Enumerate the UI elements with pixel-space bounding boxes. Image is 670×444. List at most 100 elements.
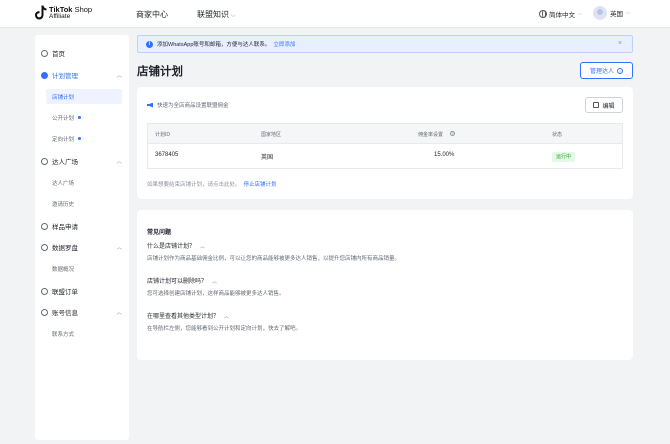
plan-table: 计划ID 国家地区 佣金率设置 ? 状态 3678405 英国 15.00% 运… — [147, 123, 623, 169]
plan-icon — [41, 71, 48, 79]
chevron-down-icon: ⌵ — [626, 10, 630, 16]
stop-plan-note-text: 如果想要结束店铺计划，请点击此处。 — [147, 182, 241, 188]
faq-title: 常见问题 — [147, 230, 172, 236]
chevron-up-icon: ︿ — [116, 159, 122, 165]
sidebar-item-creator-marketplace[interactable]: 达人广场 ︿ — [35, 153, 129, 169]
home-icon — [41, 49, 48, 57]
sidebar-item-data-compass[interactable]: 数据罗盘 ︿ — [35, 239, 129, 255]
chevron-up-icon: ︿ — [212, 279, 218, 285]
sample-icon — [41, 222, 48, 230]
user-menu[interactable]: 英国 ⌵ — [593, 6, 630, 20]
sidebar-subitem-label: 联系方式 — [52, 331, 75, 338]
column-header-status: 状态 — [552, 132, 563, 138]
sidebar-subitem-label: 公开计划 — [52, 115, 75, 122]
sidebar-item-home[interactable]: 首页 — [35, 45, 129, 61]
nav-merchant-center-label: 商家中心 — [136, 10, 168, 19]
new-dot-badge — [78, 116, 82, 119]
shop-plan-card: 快速为全店商品设置联盟佣金 编辑 计划ID 国家地区 佣金率设置 ? 状态 36… — [137, 87, 633, 199]
speaker-icon — [147, 102, 153, 108]
chevron-up-icon: ︿ — [116, 245, 122, 251]
sidebar-item-label: 联盟订单 — [52, 289, 78, 296]
manage-creators-button[interactable]: 管理达人 ? — [580, 62, 633, 79]
language-selector[interactable]: 简体中文 ⌵ — [539, 9, 582, 19]
column-header-plan-id: 计划ID — [155, 132, 171, 138]
globe-icon — [539, 10, 547, 18]
add-now-link[interactable]: 立即添加 — [273, 40, 295, 48]
sidebar-item-account-info[interactable]: 账号信息 ︿ — [35, 304, 129, 320]
faq-question-text: 店铺计划可以删除吗？ — [147, 279, 208, 285]
status-badge: 运行中 — [552, 152, 576, 162]
help-icon: ? — [450, 131, 455, 136]
banner-text: 添加WhatsApp账号和邮箱，方便与达人联系。 — [157, 42, 271, 48]
top-bar: TikTok Shop Affiliate 商家中心 联盟知识 ⌵ 简体中文 ⌵ … — [0, 0, 670, 28]
sidebar-item-label: 计划管理 — [52, 73, 78, 80]
sidebar-item-sample-request[interactable]: 样品申请 — [35, 218, 129, 234]
logo-title-rest: Shop — [72, 4, 93, 14]
faq-question-2[interactable]: 店铺计划可以删除吗？ ︿ — [147, 276, 217, 285]
table-header: 计划ID 国家地区 佣金率设置 ? 状态 — [148, 124, 622, 144]
faq-question-text: 什么是店铺计划？ — [147, 244, 196, 250]
sidebar-subitem-creator-marketplace[interactable]: 达人广场 — [35, 175, 129, 190]
faq-question-text: 在哪里查看其他类型计划？ — [147, 314, 220, 320]
avatar — [593, 6, 607, 20]
sidebar-item-plan-management[interactable]: 计划管理 ︿ — [35, 67, 129, 83]
stop-plan-note: 如果想要结束店铺计划，请点击此处。 停止店铺计划 — [147, 180, 277, 188]
language-label: 简体中文 — [549, 12, 575, 19]
sidebar-subitem-label: 定向计划 — [52, 136, 75, 143]
chevron-down-icon: ⌵ — [231, 13, 236, 19]
faq-answer-2: 您可选择创建店铺计划，这样商品能够被更多达人销售。 — [147, 291, 285, 297]
faq-question-3[interactable]: 在哪里查看其他类型计划？ ︿ — [147, 311, 229, 320]
nav-affiliate-knowledge-label: 联盟知识 — [197, 10, 229, 19]
close-icon[interactable]: × — [618, 40, 622, 47]
sidebar-subitem-public-plan[interactable]: 公开计划 — [35, 110, 129, 125]
account-icon — [41, 308, 48, 316]
faq-question-1[interactable]: 什么是店铺计划？ ︿ — [147, 241, 205, 250]
edit-button-label: 编辑 — [602, 103, 615, 110]
sidebar-subitem-label: 数据概况 — [52, 266, 75, 273]
chevron-up-icon: ︿ — [116, 73, 122, 79]
orders-icon — [41, 287, 48, 295]
chevron-up-icon: ︿ — [116, 310, 122, 316]
sidebar-subitem-contact[interactable]: 联系方式 — [35, 326, 129, 341]
nav-merchant-center[interactable]: 商家中心 — [136, 9, 168, 20]
sidebar-item-label: 样品申请 — [52, 224, 78, 231]
compass-icon — [41, 243, 48, 251]
edit-icon — [593, 102, 600, 108]
faq-card: 常见问题 什么是店铺计划？ ︿ 店铺计划作为商品基础佣金比例，可以让您的商品能够被… — [137, 210, 633, 360]
column-header-region: 国家地区 — [261, 132, 282, 138]
sidebar-subitem-shop-plan[interactable]: 店铺计划 — [46, 89, 122, 104]
help-icon: ? — [617, 67, 623, 74]
chevron-up-icon: ︿ — [224, 314, 230, 320]
cell-commission: 15.00% — [434, 152, 455, 158]
sidebar-item-affiliate-orders[interactable]: 联盟订单 — [35, 283, 129, 299]
page-title: 店铺计划 — [137, 66, 183, 78]
tiktok-logo-icon — [35, 5, 47, 20]
sidebar: 首页 计划管理 ︿ 店铺计划 公开计划 定向计划 达人广场 ︿ 达人广场 邀请历… — [35, 35, 129, 440]
sidebar-subitem-invite-history[interactable]: 邀请历史 — [35, 196, 129, 211]
sidebar-subitem-label: 店铺计划 — [52, 94, 75, 101]
sidebar-item-label: 首页 — [52, 51, 65, 58]
manage-creators-label: 管理达人 — [589, 69, 614, 75]
sidebar-item-label: 达人广场 — [52, 159, 78, 166]
sidebar-subitem-label: 达人广场 — [52, 180, 75, 187]
sidebar-item-label: 账号信息 — [52, 310, 78, 317]
sidebar-item-label: 数据罗盘 — [52, 245, 78, 252]
creator-icon — [41, 157, 48, 165]
column-header-commission: 佣金率设置 — [418, 132, 444, 138]
user-name: 英国 — [610, 11, 623, 18]
chevron-down-icon: ⌵ — [578, 11, 582, 17]
plan-hint: 快速为全店商品设置联盟佣金 — [147, 101, 229, 109]
tiktok-shop-affiliate-logo[interactable]: TikTok Shop Affiliate — [35, 5, 92, 20]
faq-answer-1: 店铺计划作为商品基础佣金比例，可以让您的商品能够被更多达人销售，以提升您店铺内所… — [147, 256, 401, 262]
sidebar-subitem-data-overview[interactable]: 数据概况 — [35, 261, 129, 276]
sidebar-subitem-targeted-plan[interactable]: 定向计划 — [35, 131, 129, 146]
chevron-up-icon: ︿ — [200, 244, 206, 250]
stop-plan-link[interactable]: 停止店铺计划 — [244, 182, 277, 188]
nav-affiliate-knowledge[interactable]: 联盟知识 ⌵ — [197, 9, 236, 20]
edit-button[interactable]: 编辑 — [585, 97, 623, 113]
info-banner: i 添加WhatsApp账号和邮箱，方便与达人联系。 立即添加 × — [137, 35, 633, 53]
cell-region: 英国 — [261, 155, 274, 161]
cell-plan-id: 3678405 — [155, 152, 179, 158]
new-dot-badge — [78, 137, 82, 140]
info-icon: i — [146, 40, 153, 48]
